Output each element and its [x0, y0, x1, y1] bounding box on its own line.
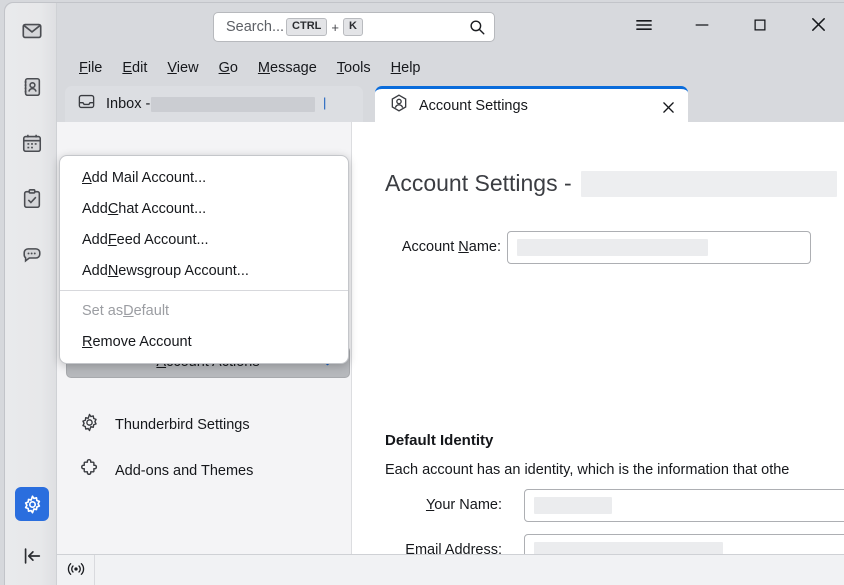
- minimize-icon: [692, 15, 712, 40]
- content-area: Add Mail Account... Add Chat Account... …: [57, 122, 844, 554]
- account-name-label: Account Name:: [385, 239, 501, 255]
- statusbar: [57, 554, 844, 585]
- chat-icon: [21, 244, 43, 266]
- menu-item-add-chat-account[interactable]: Add Chat Account...: [60, 193, 348, 224]
- inbox-icon: [77, 92, 96, 116]
- tab-close-button[interactable]: [656, 95, 680, 119]
- minimize-button[interactable]: [681, 9, 723, 45]
- search-shortcut-k: K: [343, 18, 363, 36]
- tabbar: Inbox - | Account Settings: [57, 83, 844, 122]
- close-button[interactable]: [797, 9, 839, 45]
- search-placeholder: Search...: [226, 19, 284, 35]
- gear-icon: [79, 412, 100, 438]
- collapse-rail-icon: [21, 545, 43, 572]
- puzzle-piece-icon: [79, 458, 100, 484]
- account-settings-panel: Account Settings - Account Name: Default…: [352, 122, 844, 554]
- menu-tools[interactable]: Tools: [327, 57, 381, 79]
- spaces-item-calendar[interactable]: [15, 126, 49, 160]
- spaces-item-mail[interactable]: [15, 14, 49, 48]
- account-name-redacted-value: [517, 239, 708, 256]
- menubar: File Edit View Go Message Tools Help: [57, 52, 844, 83]
- tasks-icon: [21, 188, 43, 210]
- address-book-icon: [21, 76, 43, 98]
- menu-file[interactable]: File: [69, 57, 112, 79]
- your-name-row: Your Name:: [385, 488, 844, 522]
- tab-account-settings[interactable]: Account Settings: [375, 86, 688, 122]
- maximize-button[interactable]: [739, 9, 781, 45]
- default-identity-heading: Default Identity: [385, 432, 493, 449]
- your-name-redacted-value: [534, 497, 612, 514]
- spaces-item-tasks[interactable]: [15, 182, 49, 216]
- menu-item-add-newsgroup-account[interactable]: Add Newsgroup Account...: [60, 255, 348, 286]
- tab-inbox-redacted-account: [151, 97, 315, 112]
- tab-inbox[interactable]: Inbox - |: [65, 86, 363, 122]
- collapse-rail-button[interactable]: [17, 543, 47, 573]
- maximize-icon: [751, 16, 769, 39]
- your-name-label: Your Name:: [385, 497, 502, 513]
- search-shortcut-plus: +: [331, 20, 339, 35]
- addons-themes-link[interactable]: Add-ons and Themes: [79, 456, 253, 486]
- default-identity-description: Each account has an identity, which is t…: [385, 462, 789, 478]
- connection-status-cell[interactable]: [57, 555, 95, 585]
- page-title-redacted-account: [581, 171, 837, 197]
- search-input[interactable]: Search... CTRL + K: [213, 12, 495, 42]
- page-title-text: Account Settings -: [385, 170, 572, 197]
- close-icon: [660, 99, 677, 116]
- page-title: Account Settings -: [385, 170, 837, 197]
- thunderbird-settings-link[interactable]: Thunderbird Settings: [79, 410, 250, 440]
- spaces-item-settings[interactable]: [15, 487, 49, 521]
- email-address-row: Email Address:: [385, 533, 844, 554]
- account-actions-menu: Add Mail Account... Add Chat Account... …: [59, 155, 349, 364]
- menu-item-add-feed-account[interactable]: Add Feed Account...: [60, 224, 348, 255]
- app-menu-button[interactable]: [623, 9, 665, 45]
- close-icon: [808, 14, 829, 40]
- hamburger-icon: [634, 15, 654, 40]
- menu-separator: [60, 290, 348, 291]
- email-address-redacted-value: [534, 542, 723, 555]
- app-root: Search... CTRL + K: [0, 0, 844, 585]
- email-address-label: Email Address:: [385, 542, 502, 554]
- menu-item-set-as-default: Set as Default: [60, 295, 348, 326]
- menu-help[interactable]: Help: [381, 57, 431, 79]
- email-address-field[interactable]: [524, 534, 844, 555]
- menu-message[interactable]: Message: [248, 57, 327, 79]
- menu-go[interactable]: Go: [209, 57, 248, 79]
- settings-gear-icon: [22, 494, 43, 515]
- menu-item-add-mail-account[interactable]: Add Mail Account...: [60, 162, 348, 193]
- titlebar: Search... CTRL + K: [57, 3, 844, 52]
- tab-account-settings-label: Account Settings: [419, 98, 528, 114]
- spaces-item-address-book[interactable]: [15, 70, 49, 104]
- mail-icon: [21, 20, 43, 42]
- search-shortcut-ctrl: CTRL: [286, 18, 327, 36]
- calendar-icon: [21, 132, 43, 154]
- spaces-item-chat[interactable]: [15, 238, 49, 272]
- tab-inbox-caret: |: [323, 95, 326, 110]
- menu-item-remove-account[interactable]: Remove Account: [60, 326, 348, 357]
- menu-view[interactable]: View: [157, 57, 208, 79]
- account-name-input[interactable]: [507, 231, 811, 264]
- accounts-pane: Add Mail Account... Add Chat Account... …: [57, 122, 352, 554]
- addons-themes-label: Add-ons and Themes: [115, 463, 253, 479]
- account-icon: [389, 93, 409, 118]
- broadcast-icon: [66, 559, 86, 584]
- thunderbird-settings-label: Thunderbird Settings: [115, 417, 250, 433]
- your-name-field[interactable]: [524, 489, 844, 522]
- tab-inbox-label: Inbox -: [106, 96, 150, 112]
- menu-edit[interactable]: Edit: [112, 57, 157, 79]
- account-name-row: Account Name:: [385, 230, 811, 264]
- spaces-toolbar: [5, 3, 57, 585]
- search-icon: [468, 18, 486, 36]
